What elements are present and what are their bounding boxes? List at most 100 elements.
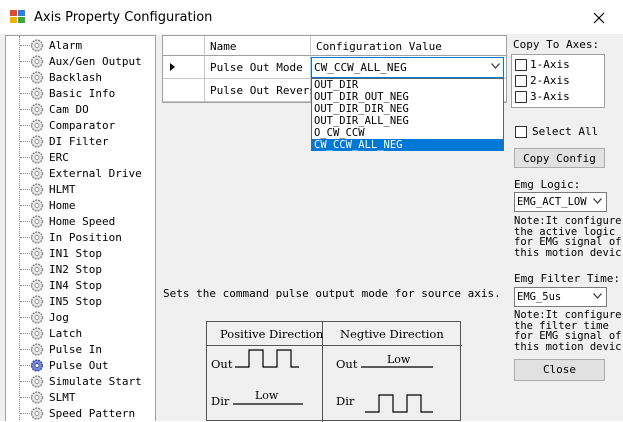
tree-item[interactable]: Home <box>6 197 155 213</box>
gear-icon <box>30 215 44 228</box>
gear-icon <box>30 295 44 308</box>
property-tree[interactable]: Alarm Aux/Gen Output Backlash Basic Info Cam… <box>5 35 156 421</box>
grid-cell-name[interactable]: Pulse Out Reverse <box>205 79 323 102</box>
axis-1-checkbox[interactable] <box>515 59 527 71</box>
tree-item[interactable]: Latch <box>6 325 155 341</box>
close-window-button[interactable] <box>590 9 608 27</box>
tree-item-label: ERC <box>49 151 69 164</box>
copy-config-button[interactable]: Copy Config <box>514 148 605 168</box>
axis-2-checkbox[interactable] <box>515 75 527 87</box>
tree-item[interactable]: HLMT <box>6 181 155 197</box>
grid-header-name-text: Name <box>210 40 237 53</box>
tree-item[interactable]: Basic Info <box>6 85 155 101</box>
tree-item-label: Comparator <box>49 119 116 132</box>
tree-item-label: Jog <box>49 311 69 324</box>
negative-dir-waveform <box>365 394 433 413</box>
emg-logic-label: Emg Logic: <box>514 178 581 191</box>
gear-icon <box>30 167 44 180</box>
emg-filter-label: Emg Filter Time: <box>514 272 620 285</box>
tree-item[interactable]: Backlash <box>6 69 155 85</box>
title-bar: Axis Property Configuration <box>0 0 623 34</box>
tree-item-label: Backlash <box>49 71 102 84</box>
emg-filter-select[interactable]: EMG_5us <box>514 287 607 307</box>
tree-item[interactable]: External Drive <box>6 165 155 181</box>
emg-logic-value: EMG_ACT_LOW <box>517 196 587 208</box>
property-description: Sets the command pulse output mode for s… <box>163 287 501 300</box>
emg-logic-select[interactable]: EMG_ACT_LOW <box>514 192 607 212</box>
tree-item[interactable]: Simulate Start <box>6 373 155 389</box>
tree-item[interactable]: SLMT <box>6 389 155 405</box>
dropdown-option[interactable]: OUT_DIR_ALL_NEG <box>312 115 503 127</box>
tree-item[interactable]: ERC <box>6 149 155 165</box>
tree-item-label: In Position <box>49 231 122 244</box>
tree-item[interactable]: DI Filter <box>6 133 155 149</box>
tree-item[interactable]: Jog <box>6 309 155 325</box>
gear-icon <box>30 407 44 420</box>
close-icon <box>593 12 605 24</box>
close-button[interactable]: Close <box>514 359 605 381</box>
tree-item[interactable]: Speed Pattern <box>6 405 155 421</box>
dropdown-option[interactable]: OUT_DIR_DIR_NEG <box>312 103 503 115</box>
tree-item[interactable]: Pulse In <box>6 341 155 357</box>
grid-row-selector[interactable] <box>163 79 205 102</box>
tree-item-label: IN2 Stop <box>49 263 102 276</box>
window-title: Axis Property Configuration <box>34 10 213 25</box>
gear-icon <box>30 135 44 148</box>
axis-3-checkbox[interactable] <box>515 91 527 103</box>
tree-item-label: IN4 Stop <box>49 279 102 292</box>
window-body: Alarm Aux/Gen Output Backlash Basic Info Cam… <box>0 34 623 422</box>
tree-item[interactable]: Alarm <box>6 37 155 53</box>
grid-row-selector[interactable] <box>163 56 205 79</box>
gear-selected-icon <box>30 359 44 372</box>
dropdown-option[interactable]: O_CW_CCW <box>312 127 503 139</box>
gear-icon <box>30 247 44 260</box>
axis-1-label: 1-Axis <box>530 58 570 71</box>
tree-item-label: Alarm <box>49 39 83 52</box>
tree-item[interactable]: IN2 Stop <box>6 261 155 277</box>
gear-icon <box>30 311 44 324</box>
app-icon <box>10 10 25 23</box>
dropdown-option-label: OUT_DIR_DIR_NEG <box>314 103 409 115</box>
emg-filter-note: Note:It configure the filter time for EM… <box>514 310 622 353</box>
select-all-checkbox[interactable] <box>515 126 527 138</box>
dropdown-option-label: OUT_DIR_ALL_NEG <box>314 115 409 127</box>
tree-item[interactable]: Aux/Gen Output <box>6 53 155 69</box>
gear-icon <box>30 327 44 340</box>
tree-item[interactable]: IN4 Stop <box>6 277 155 293</box>
tree-item[interactable]: IN5 Stop <box>6 293 155 309</box>
grid-cell-name[interactable]: Pulse Out Mode <box>205 56 311 79</box>
tree-item[interactable]: IN1 Stop <box>6 245 155 261</box>
chevron-down-icon <box>593 198 602 204</box>
tree-item-label: Cam DO <box>49 103 89 116</box>
tree-item-label: IN1 Stop <box>49 247 102 260</box>
grid-header-name: Name <box>205 36 311 56</box>
gear-icon <box>30 39 44 52</box>
tree-item[interactable]: Pulse Out <box>6 357 155 373</box>
tree-item-label: Latch <box>49 327 83 340</box>
dropdown-option[interactable]: OUT_DIR <box>312 79 503 91</box>
pulse-out-mode-combo[interactable]: CW_CCW_ALL_NEG <box>311 57 504 78</box>
gear-icon <box>30 231 44 244</box>
grid-cell-name-text: Pulse Out Reverse <box>210 84 323 97</box>
copy-axes-list[interactable]: 1-Axis 2-Axis 3-Axis <box>511 54 605 108</box>
copy-config-button-label: Copy Config <box>523 152 596 165</box>
row-pointer-icon <box>170 63 175 71</box>
gear-icon <box>30 71 44 84</box>
tree-item[interactable]: Home Speed <box>6 213 155 229</box>
grid-row-header-corner <box>163 36 205 56</box>
tree-item-label: Speed Pattern <box>49 407 136 420</box>
dropdown-option[interactable]: CW_CCW_ALL_NEG <box>312 139 503 151</box>
dropdown-option[interactable]: OUT_DIR_OUT_NEG <box>312 91 503 103</box>
gear-icon <box>30 391 44 404</box>
tree-item-label: DI Filter <box>49 135 109 148</box>
grid-header-value: Configuration Value <box>311 36 506 56</box>
tree-item-label: IN5 Stop <box>49 295 102 308</box>
pulse-waveforms <box>233 349 433 413</box>
tree-item[interactable]: In Position <box>6 229 155 245</box>
emg-logic-note: Note:It configure the active logic for E… <box>514 216 622 259</box>
tree-item[interactable]: Comparator <box>6 117 155 133</box>
dropdown-option-label: OUT_DIR <box>314 79 359 91</box>
pulse-mode-diagram: Positive Direction Negtive Direction Out… <box>206 321 462 422</box>
tree-item[interactable]: Cam DO <box>6 101 155 117</box>
axis-3-label: 3-Axis <box>530 90 570 103</box>
